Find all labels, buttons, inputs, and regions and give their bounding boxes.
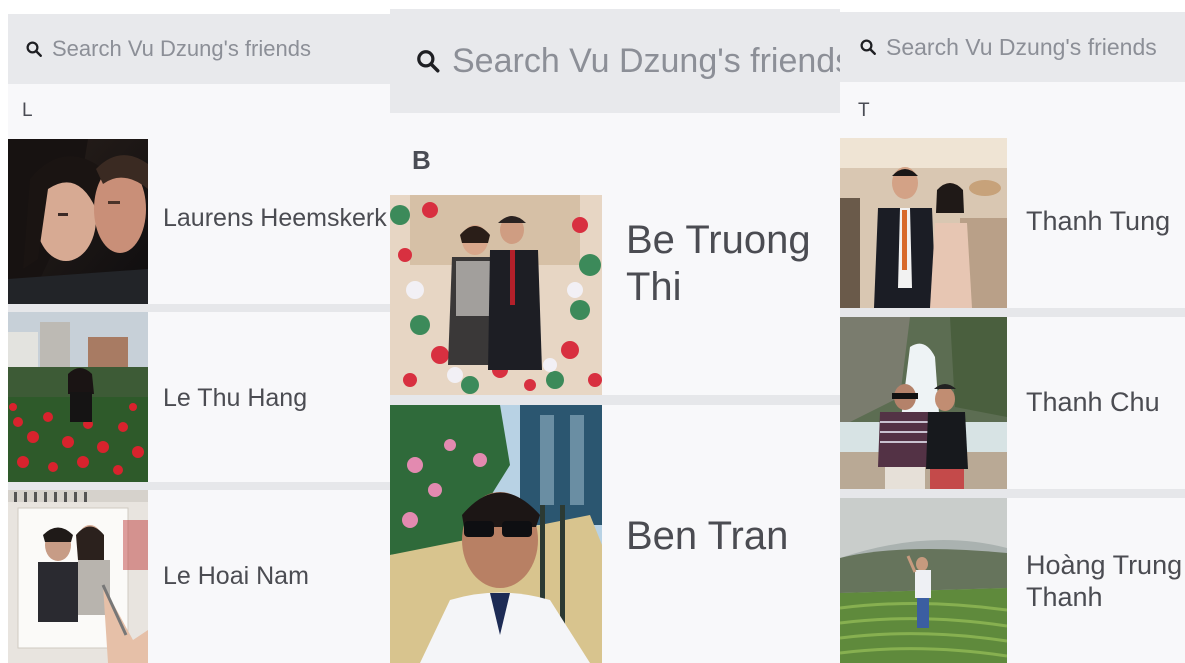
search-bar[interactable]: Search Vu Dzung's friends — [840, 12, 1185, 82]
row-divider — [8, 304, 390, 312]
friends-panel-3: Search Vu Dzung's friends T Thanh Tung T… — [840, 12, 1185, 663]
friend-name: Thanh Tung — [1026, 206, 1171, 236]
search-icon — [20, 40, 48, 58]
friends-panel-2: Search Vu Dzung's friends B Be Truong Th… — [390, 9, 840, 663]
search-bar[interactable]: Search Vu Dzung's friends — [8, 14, 390, 84]
friend-name: Be Truong Thi — [626, 218, 811, 310]
friend-row-le-hoai-nam[interactable]: Le Hoai Nam — [8, 490, 390, 663]
row-divider — [8, 482, 390, 490]
friend-avatar-photo — [8, 490, 148, 663]
friend-row-ben-tran[interactable]: Ben Tran — [390, 405, 840, 663]
section-header-t: T — [858, 100, 870, 121]
search-input[interactable]: Search Vu Dzung's friends — [52, 36, 311, 62]
search-icon — [854, 38, 882, 56]
friend-name: Le Hoai Nam — [163, 562, 309, 590]
friend-row-le-thu-hang[interactable]: Le Thu Hang — [8, 312, 390, 482]
row-divider — [390, 395, 840, 405]
friend-row-laurens-heemskerk[interactable]: Laurens Heemskerk — [8, 139, 390, 304]
friend-row-hoang-trung-thanh[interactable]: Hoàng Trung Thanh — [840, 498, 1185, 663]
search-icon — [410, 48, 446, 74]
row-divider — [840, 489, 1185, 498]
friend-avatar-photo — [390, 195, 602, 395]
friend-row-thanh-tung[interactable]: Thanh Tung — [840, 138, 1185, 308]
search-input[interactable]: Search Vu Dzung's friends — [886, 34, 1157, 61]
friend-avatar-photo — [840, 317, 1007, 489]
friend-avatar-photo — [8, 139, 148, 304]
friend-name: Hoàng Trung Thanh — [1026, 550, 1183, 612]
section-header-l: L — [22, 100, 33, 121]
friend-avatar-photo — [390, 405, 602, 663]
friend-row-thanh-chu[interactable]: Thanh Chu — [840, 317, 1185, 489]
search-bar[interactable]: Search Vu Dzung's friends — [390, 9, 840, 113]
friend-row-be-truong-thi[interactable]: Be Truong Thi — [390, 195, 840, 395]
row-divider — [840, 308, 1185, 317]
search-input[interactable]: Search Vu Dzung's friends — [452, 42, 840, 81]
friend-name: Le Thu Hang — [163, 384, 308, 412]
friend-name: Laurens Heemskerk — [163, 204, 387, 232]
friend-avatar-photo — [8, 312, 148, 482]
friend-name: Ben Tran — [626, 514, 789, 558]
friend-avatar-photo — [840, 138, 1007, 308]
friend-avatar-photo — [840, 498, 1007, 663]
friend-name: Thanh Chu — [1026, 387, 1160, 417]
friends-panel-1: Search Vu Dzung's friends L Laurens Heem… — [8, 14, 390, 663]
section-header-b: B — [412, 145, 431, 175]
